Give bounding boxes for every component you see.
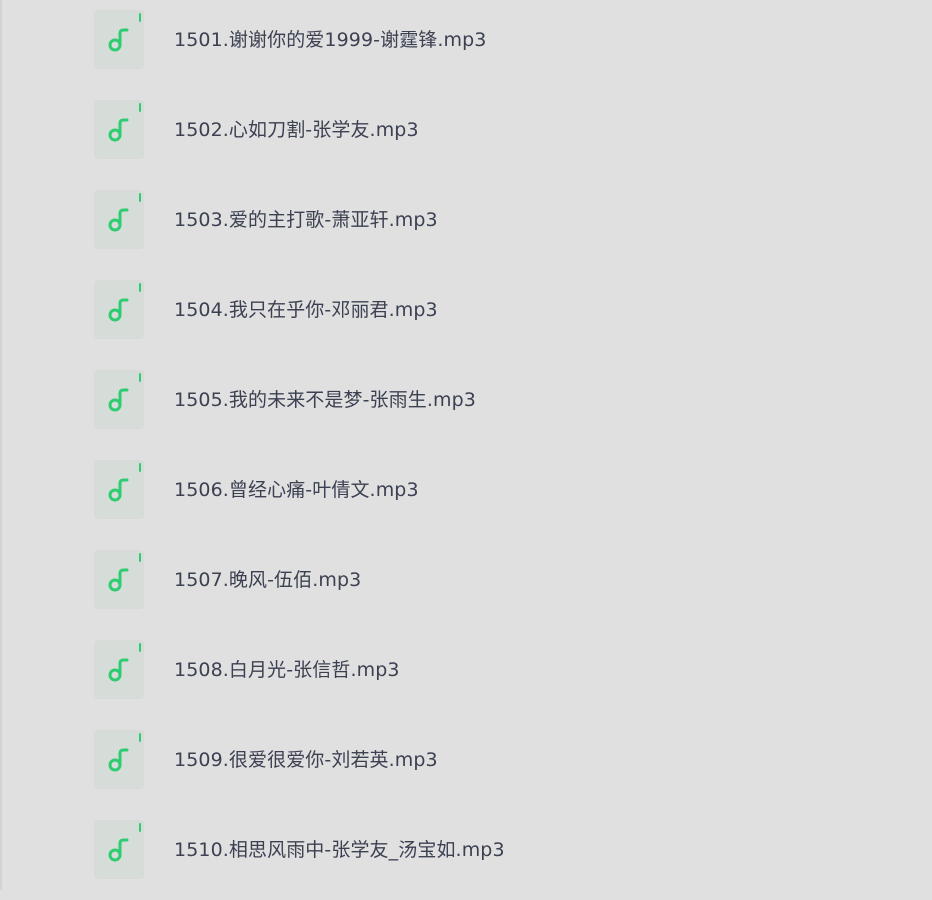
music-file-icon	[95, 461, 143, 518]
music-note-icon	[108, 208, 129, 232]
music-note-icon	[108, 568, 129, 592]
file-item[interactable]: 1505.我的未来不是梦-张雨生.mp3	[0, 360, 932, 450]
music-note-icon	[108, 388, 129, 412]
file-item[interactable]: 1507.晚风-伍佰.mp3	[0, 540, 932, 630]
file-name: 1505.我的未来不是梦-张雨生.mp3	[174, 389, 476, 411]
file-corner-mark	[139, 373, 141, 382]
file-corner-mark	[139, 283, 141, 292]
file-name: 1509.很爱很爱你-刘若英.mp3	[174, 749, 438, 771]
music-note-icon	[108, 838, 129, 862]
file-item[interactable]: 1503.爱的主打歌-萧亚轩.mp3	[0, 180, 932, 270]
file-corner-mark	[139, 13, 141, 22]
file-item[interactable]: 1509.很爱很爱你-刘若英.mp3	[0, 720, 932, 810]
file-corner-mark	[139, 463, 141, 472]
file-item[interactable]: 1502.心如刀割-张学友.mp3	[0, 90, 932, 180]
music-note-icon	[108, 118, 129, 142]
file-corner-mark	[139, 733, 141, 742]
file-corner-mark	[139, 553, 141, 562]
file-name: 1503.爱的主打歌-萧亚轩.mp3	[174, 209, 438, 231]
music-file-icon	[95, 371, 143, 428]
music-file-icon	[95, 731, 143, 788]
file-name: 1508.白月光-张信哲.mp3	[174, 659, 400, 681]
music-file-icon	[95, 551, 143, 608]
music-file-icon	[95, 821, 143, 878]
file-name: 1504.我只在乎你-邓丽君.mp3	[174, 299, 438, 321]
file-item[interactable]: 1508.白月光-张信哲.mp3	[0, 630, 932, 720]
file-corner-mark	[139, 823, 141, 832]
file-corner-mark	[139, 103, 141, 112]
music-note-icon	[108, 748, 129, 772]
file-item[interactable]: 1504.我只在乎你-邓丽君.mp3	[0, 270, 932, 360]
file-corner-mark	[139, 643, 141, 652]
music-file-icon	[95, 281, 143, 338]
file-name: 1506.曾经心痛-叶倩文.mp3	[174, 479, 419, 501]
music-note-icon	[108, 478, 129, 502]
file-item[interactable]: 1506.曾经心痛-叶倩文.mp3	[0, 450, 932, 540]
music-note-icon	[108, 28, 129, 52]
music-file-icon	[95, 641, 143, 698]
file-item[interactable]: 1510.相思风雨中-张学友_汤宝如.mp3	[0, 810, 932, 900]
file-corner-mark	[139, 193, 141, 202]
file-name: 1510.相思风雨中-张学友_汤宝如.mp3	[174, 839, 505, 861]
music-note-icon	[108, 298, 129, 322]
file-name: 1502.心如刀割-张学友.mp3	[174, 119, 419, 141]
music-file-icon	[95, 101, 143, 158]
file-item[interactable]: 1501.谢谢你的爱1999-谢霆锋.mp3	[0, 0, 932, 90]
music-file-icon	[95, 191, 143, 248]
music-note-icon	[108, 658, 129, 682]
file-name: 1507.晚风-伍佰.mp3	[174, 569, 362, 591]
file-name: 1501.谢谢你的爱1999-谢霆锋.mp3	[174, 29, 487, 51]
music-file-icon	[95, 11, 143, 68]
